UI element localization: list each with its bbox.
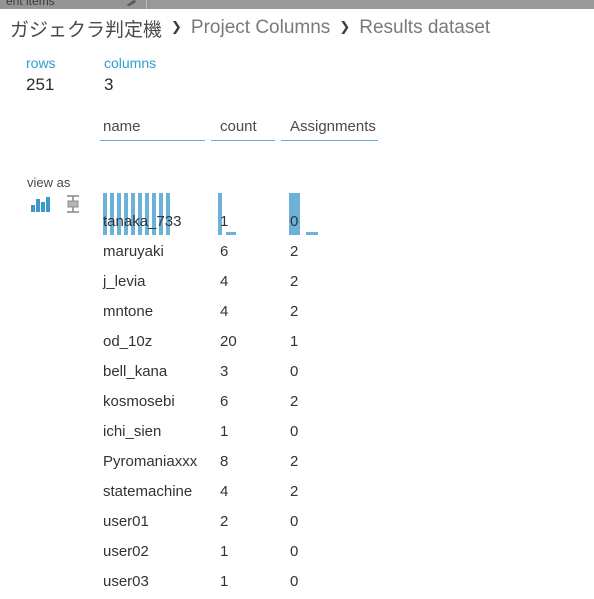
table-body: tanaka_733 1 0 maruyaki 6 2 j_levia 4 2 … xyxy=(0,209,594,599)
table-row[interactable]: mntone 4 2 xyxy=(0,299,594,329)
pin-icon[interactable] xyxy=(124,0,140,7)
chevron-right-icon: ❯ xyxy=(171,19,182,34)
table-row[interactable]: od_10z 20 1 xyxy=(0,329,594,359)
view-as-label: view as xyxy=(27,175,71,190)
dataset-table: name count Assignments view as tanaka_73… xyxy=(0,115,594,590)
table-row[interactable]: tanaka_733 1 0 xyxy=(0,209,594,239)
cell-assignments: 2 xyxy=(290,303,299,320)
cell-assignments: 2 xyxy=(290,453,299,470)
stat-columns-value: 3 xyxy=(104,75,114,94)
breadcrumb-item-project[interactable]: ガジェクラ判定機 xyxy=(10,15,162,42)
cell-count: 1 xyxy=(220,423,229,440)
table-header: name count Assignments xyxy=(0,115,594,147)
cell-assignments: 2 xyxy=(290,243,299,260)
cell-name: Pyromaniaxxx xyxy=(103,453,198,470)
cell-name: j_levia xyxy=(103,273,146,290)
breadcrumb: ガジェクラ判定機 ❯ Project Columns ❯ Results dat… xyxy=(10,14,490,42)
cell-name: mntone xyxy=(103,303,154,320)
stat-rows-value: 251 xyxy=(26,75,55,94)
cell-assignments: 1 xyxy=(290,333,299,350)
cell-count: 1 xyxy=(220,543,229,560)
chevron-right-icon: ❯ xyxy=(339,19,351,34)
cell-name: maruyaki xyxy=(103,243,164,260)
column-header-name[interactable]: name xyxy=(103,118,141,135)
table-row[interactable]: j_levia 4 2 xyxy=(0,269,594,299)
table-row[interactable]: Pyromaniaxxx 8 2 xyxy=(0,449,594,479)
chrome-divider xyxy=(146,0,147,9)
cell-count: 6 xyxy=(220,393,229,410)
cell-assignments: 2 xyxy=(290,273,299,290)
table-row[interactable]: ichi_sien 1 0 xyxy=(0,419,594,449)
cell-name: tanaka_733 xyxy=(103,213,182,230)
column-rule-assignments xyxy=(281,140,378,141)
cell-count: 8 xyxy=(220,453,229,470)
table-row[interactable]: user02 1 0 xyxy=(0,539,594,569)
stat-columns: columns 3 xyxy=(104,54,164,96)
cell-assignments: 0 xyxy=(290,573,299,590)
cell-name: kosmosebi xyxy=(103,393,175,410)
cell-count: 20 xyxy=(220,333,237,350)
cell-assignments: 0 xyxy=(290,513,299,530)
breadcrumb-item-project-columns[interactable]: Project Columns xyxy=(191,17,330,39)
table-row[interactable]: statemachine 4 2 xyxy=(0,479,594,509)
cell-name: user02 xyxy=(103,543,149,560)
stat-rows: rows 251 xyxy=(26,54,78,96)
stat-rows-label: rows xyxy=(26,55,56,71)
cell-assignments: 2 xyxy=(290,483,299,500)
table-row[interactable]: kosmosebi 6 2 xyxy=(0,389,594,419)
column-header-count[interactable]: count xyxy=(220,118,257,135)
cell-count: 1 xyxy=(220,213,229,230)
cell-count: 4 xyxy=(220,303,229,320)
cell-assignments: 0 xyxy=(290,423,299,440)
cell-assignments: 0 xyxy=(290,543,299,560)
stat-columns-label: columns xyxy=(104,55,157,71)
cell-count: 1 xyxy=(220,573,229,590)
table-row[interactable]: maruyaki 6 2 xyxy=(0,239,594,269)
cell-count: 6 xyxy=(220,243,229,260)
table-row[interactable]: user03 1 0 xyxy=(0,569,594,599)
chrome-cut-label: ent items xyxy=(6,0,55,8)
cell-count: 2 xyxy=(220,513,229,530)
cell-count: 4 xyxy=(220,483,229,500)
cell-name: bell_kana xyxy=(103,363,168,380)
cell-assignments: 0 xyxy=(290,213,299,230)
cell-name: user01 xyxy=(103,513,149,530)
table-row[interactable]: bell_kana 3 0 xyxy=(0,359,594,389)
table-row[interactable]: user01 2 0 xyxy=(0,509,594,539)
cell-assignments: 2 xyxy=(290,393,299,410)
cell-count: 4 xyxy=(220,273,229,290)
cell-name: user03 xyxy=(103,573,149,590)
column-rule-count xyxy=(211,140,275,141)
window-chrome-strip: ent items xyxy=(0,0,594,9)
cell-name: statemachine xyxy=(103,483,193,500)
cell-assignments: 0 xyxy=(290,363,299,380)
chrome-right-fill xyxy=(150,0,594,9)
column-header-assignments[interactable]: Assignments xyxy=(290,118,376,135)
dataset-stats: rows 251 columns 3 xyxy=(26,54,190,96)
column-rule-name xyxy=(100,140,205,141)
cell-name: ichi_sien xyxy=(103,423,162,440)
histogram-row: view as xyxy=(0,147,594,235)
cell-count: 3 xyxy=(220,363,229,380)
breadcrumb-item-results-dataset[interactable]: Results dataset xyxy=(359,17,490,39)
cell-name: od_10z xyxy=(103,333,153,350)
